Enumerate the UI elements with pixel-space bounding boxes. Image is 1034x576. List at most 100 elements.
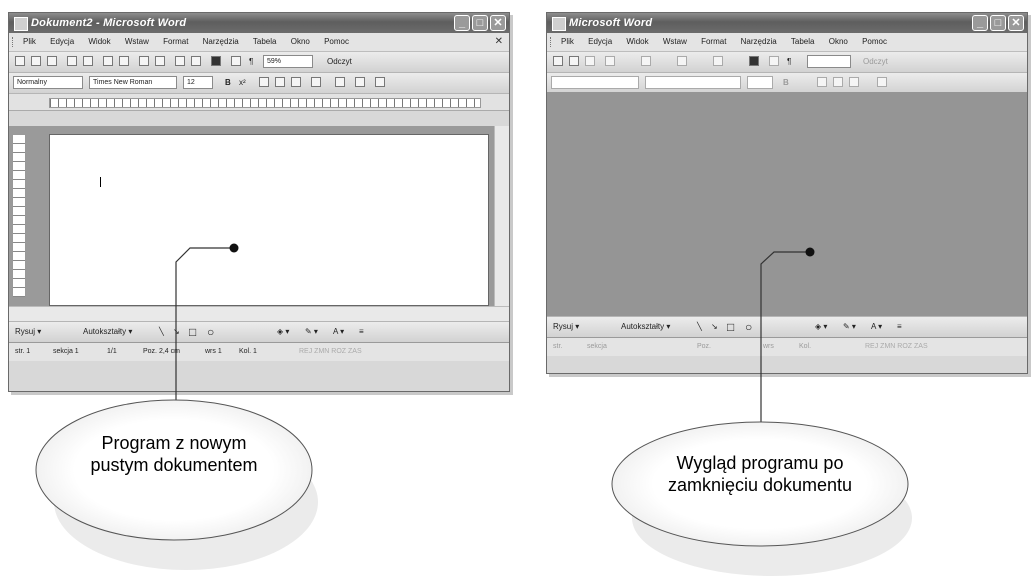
- status-flags: REJ ZMN ROZ ZAS: [299, 348, 362, 355]
- menu-format[interactable]: Format: [163, 37, 188, 46]
- status-column: Kol. 1: [239, 348, 257, 355]
- align-left-icon[interactable]: [259, 77, 269, 87]
- fill-color-icon[interactable]: ◈ ▾: [815, 317, 827, 337]
- menu-help[interactable]: Pomoc: [324, 37, 349, 46]
- app-icon[interactable]: [14, 17, 28, 31]
- close-icon[interactable]: ✕: [1008, 15, 1024, 31]
- spelling-icon[interactable]: [139, 56, 149, 66]
- horizontal-ruler[interactable]: [9, 94, 509, 111]
- font-size-select: [747, 76, 773, 89]
- status-line: wrs: [763, 343, 774, 350]
- mail-icon[interactable]: [83, 56, 93, 66]
- toolbar-grip[interactable]: [550, 37, 553, 47]
- title-bar[interactable]: Microsoft Word _ □ ✕: [547, 13, 1027, 33]
- font-size-select[interactable]: 12: [183, 76, 213, 89]
- menu-file[interactable]: Plik: [23, 37, 36, 46]
- font-select: [645, 76, 741, 89]
- minimize-icon[interactable]: _: [454, 15, 470, 31]
- horizontal-scrollbar[interactable]: [9, 306, 509, 321]
- close-icon[interactable]: ✕: [490, 15, 506, 31]
- line-spacing-icon[interactable]: [311, 77, 321, 87]
- app-icon[interactable]: [552, 17, 566, 31]
- align-right-icon: [849, 77, 859, 87]
- style-select[interactable]: Normalny: [13, 76, 83, 89]
- new-icon[interactable]: [15, 56, 25, 66]
- line-icon: ╲: [697, 322, 702, 331]
- zoom-select[interactable]: 59%: [263, 55, 313, 68]
- menu-file[interactable]: Plik: [561, 37, 574, 46]
- align-center-icon[interactable]: [275, 77, 285, 87]
- font-select[interactable]: Times New Roman: [89, 76, 177, 89]
- print-icon[interactable]: [103, 56, 113, 66]
- line-color-icon[interactable]: ✎ ▾: [843, 317, 856, 337]
- menu-insert[interactable]: Wstaw: [663, 37, 687, 46]
- window-title: Dokument2 - Microsoft Word: [31, 17, 187, 29]
- vertical-scrollbar[interactable]: [494, 126, 509, 306]
- oval-icon: ○: [745, 320, 753, 334]
- status-flags: REJ ZMN ROZ ZAS: [865, 343, 928, 350]
- rectangle-icon: □: [727, 320, 735, 334]
- redo-icon[interactable]: [191, 56, 201, 66]
- arrow-icon[interactable]: ↘: [173, 322, 180, 342]
- open-icon[interactable]: [569, 56, 579, 66]
- menu-tools[interactable]: Narzędzia: [203, 37, 239, 46]
- text-cursor: [100, 177, 101, 187]
- menu-table[interactable]: Tabela: [253, 37, 277, 46]
- new-icon[interactable]: [553, 56, 563, 66]
- line-style-icon[interactable]: ≡: [359, 322, 364, 342]
- align-right-icon[interactable]: [291, 77, 301, 87]
- preview-icon[interactable]: [119, 56, 129, 66]
- maximize-icon[interactable]: □: [990, 15, 1006, 31]
- minimize-icon[interactable]: _: [972, 15, 988, 31]
- maximize-icon[interactable]: □: [472, 15, 488, 31]
- bold-button[interactable]: B: [225, 73, 231, 93]
- font-color-icon[interactable]: [375, 77, 385, 87]
- title-bar[interactable]: Dokument2 - Microsoft Word _ □ ✕: [9, 13, 509, 33]
- menu-edit[interactable]: Edycja: [588, 37, 612, 46]
- toolbar-grip[interactable]: [12, 37, 15, 47]
- vertical-ruler[interactable]: [12, 134, 26, 298]
- status-section: sekcja 1: [53, 348, 79, 355]
- oval-icon[interactable]: ○: [207, 322, 214, 342]
- menu-table[interactable]: Tabela: [791, 37, 815, 46]
- save-icon[interactable]: [47, 56, 57, 66]
- line-icon[interactable]: ╲: [159, 322, 164, 342]
- menu-help[interactable]: Pomoc: [862, 37, 887, 46]
- status-pages: 1/1: [107, 348, 117, 355]
- menu-view[interactable]: Widok: [88, 37, 110, 46]
- text-color-icon[interactable]: A ▾: [333, 322, 344, 342]
- read-button[interactable]: Odczyt: [327, 52, 352, 72]
- line-color-icon[interactable]: ✎ ▾: [305, 322, 318, 342]
- draw-menu[interactable]: Rysuj ▾: [15, 322, 41, 342]
- menu-tools[interactable]: Narzędzia: [741, 37, 777, 46]
- fill-color-icon[interactable]: ◈ ▾: [277, 322, 289, 342]
- research-icon[interactable]: [155, 56, 165, 66]
- rectangle-icon[interactable]: □: [189, 322, 196, 342]
- columns-icon[interactable]: [231, 56, 241, 66]
- empty-workspace: [547, 92, 1027, 316]
- menu-window[interactable]: Okno: [291, 37, 310, 46]
- menu-window[interactable]: Okno: [829, 37, 848, 46]
- menu-insert[interactable]: Wstaw: [125, 37, 149, 46]
- line-style-icon[interactable]: ≡: [897, 317, 902, 337]
- drawing-toolbar: Rysuj ▾ Autokształty ▾ ╲ ↘ □ ○ ◈ ▾ ✎ ▾ A…: [547, 316, 1027, 337]
- superscript-icon[interactable]: x²: [239, 73, 246, 93]
- undo-icon[interactable]: [175, 56, 185, 66]
- draw-menu[interactable]: Rysuj ▾: [553, 317, 579, 337]
- table-icon[interactable]: [749, 56, 759, 66]
- document-page[interactable]: [49, 134, 489, 306]
- menu-view[interactable]: Widok: [626, 37, 648, 46]
- close-document-icon[interactable]: ✕: [495, 33, 503, 51]
- autoshapes-menu[interactable]: Autokształty ▾: [621, 317, 670, 337]
- bullets-icon[interactable]: [335, 77, 345, 87]
- permission-icon[interactable]: [67, 56, 77, 66]
- menu-format[interactable]: Format: [701, 37, 726, 46]
- print-icon: [641, 56, 651, 66]
- open-icon[interactable]: [31, 56, 41, 66]
- highlight-icon[interactable]: [355, 77, 365, 87]
- menu-edit[interactable]: Edycja: [50, 37, 74, 46]
- pilcrow-icon[interactable]: ¶: [249, 52, 253, 72]
- table-icon[interactable]: [211, 56, 221, 66]
- status-bar: str. sekcja Poz. wrs Kol. REJ ZMN ROZ ZA…: [547, 337, 1027, 356]
- autoshapes-menu[interactable]: Autokształty ▾: [83, 322, 132, 342]
